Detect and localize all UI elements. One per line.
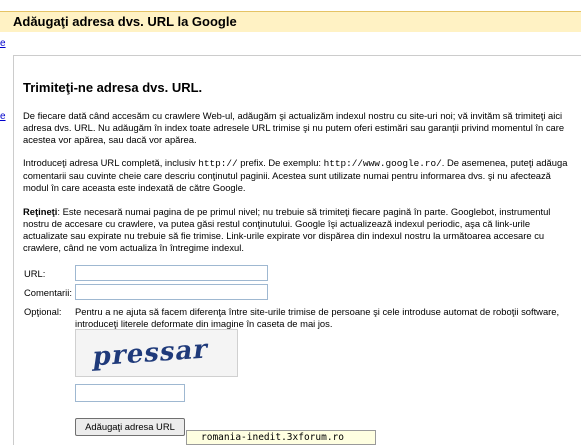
url-input[interactable] [75,265,268,281]
note-label: Reţineţi [23,206,58,217]
vertical-divider [13,56,14,445]
instructions-text-2: prefix. De exemplu: [237,157,324,168]
http-prefix-code: http:// [198,158,238,169]
instructions-text-1: Introduceţi adresa URL completă, inclusi… [23,157,199,168]
edge-link-side[interactable]: e [0,111,6,122]
optional-description: Pentru a ne ajuta să facem diferenţa înt… [75,306,560,329]
intro-text: De fiecare dată când accesăm cu crawlere… [23,110,565,145]
example-url-code: http://www.google.ro/ [323,158,442,169]
intro-paragraph: De fiecare dată când accesăm cu crawlere… [23,110,575,146]
note-text: : Este necesară numai pagina de pe primu… [23,206,551,253]
section-title: Trimiteţi-ne adresa dvs. URL. [23,80,203,95]
optional-label: Opţional: [24,306,62,317]
comments-label: Comentarii: [24,287,72,298]
url-label: URL: [24,268,46,279]
instructions-paragraph: Introduceţi adresa URL completă, inclusi… [23,157,575,194]
horizontal-divider [13,55,581,56]
captcha-graphic: pressar [76,330,237,376]
edge-link-top[interactable]: e [0,38,6,49]
status-tooltip: romania-inedit.3xforum.ro [186,430,376,445]
add-url-button[interactable]: Adăugaţi adresa URL [75,418,185,436]
comments-input[interactable] [75,284,268,300]
page-title: Adăugaţi adresa dvs. URL la Google [13,14,237,29]
captcha-image: pressar [75,329,238,377]
captcha-input[interactable] [75,384,185,402]
note-paragraph: Reţineţi: Este necesară numai pagina de … [23,206,575,254]
header-bar: Adăugaţi adresa dvs. URL la Google [0,11,581,32]
